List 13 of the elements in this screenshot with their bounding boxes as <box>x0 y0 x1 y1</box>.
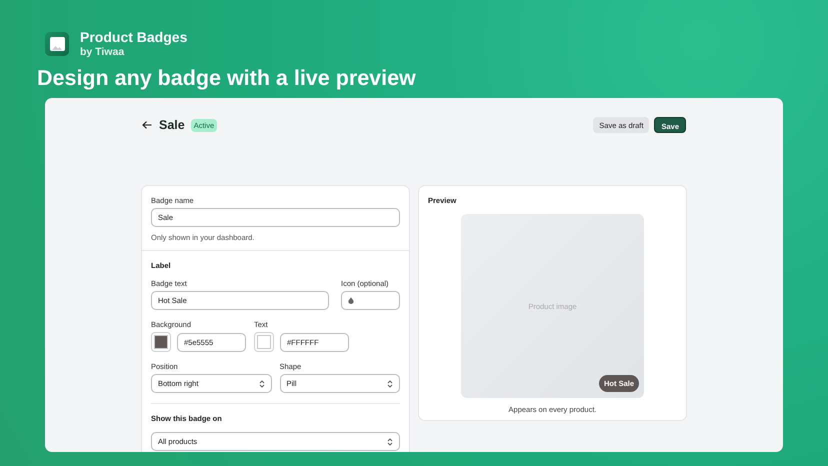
drop-icon <box>348 297 354 304</box>
icon-field[interactable] <box>341 291 400 310</box>
color-swatch[interactable] <box>151 332 171 352</box>
color-swatch[interactable] <box>254 332 274 352</box>
back-arrow-icon[interactable] <box>142 120 153 130</box>
headline: Design any badge with a live preview <box>37 65 417 91</box>
chevron-icon <box>387 380 393 388</box>
page-title: Sale <box>159 118 185 132</box>
app-author: by Tiwaa <box>80 45 126 59</box>
chevron-icon <box>387 438 393 446</box>
app-name: Product Badges <box>80 29 188 45</box>
app-logo-icon <box>45 32 69 56</box>
chevron-icon <box>258 380 264 388</box>
